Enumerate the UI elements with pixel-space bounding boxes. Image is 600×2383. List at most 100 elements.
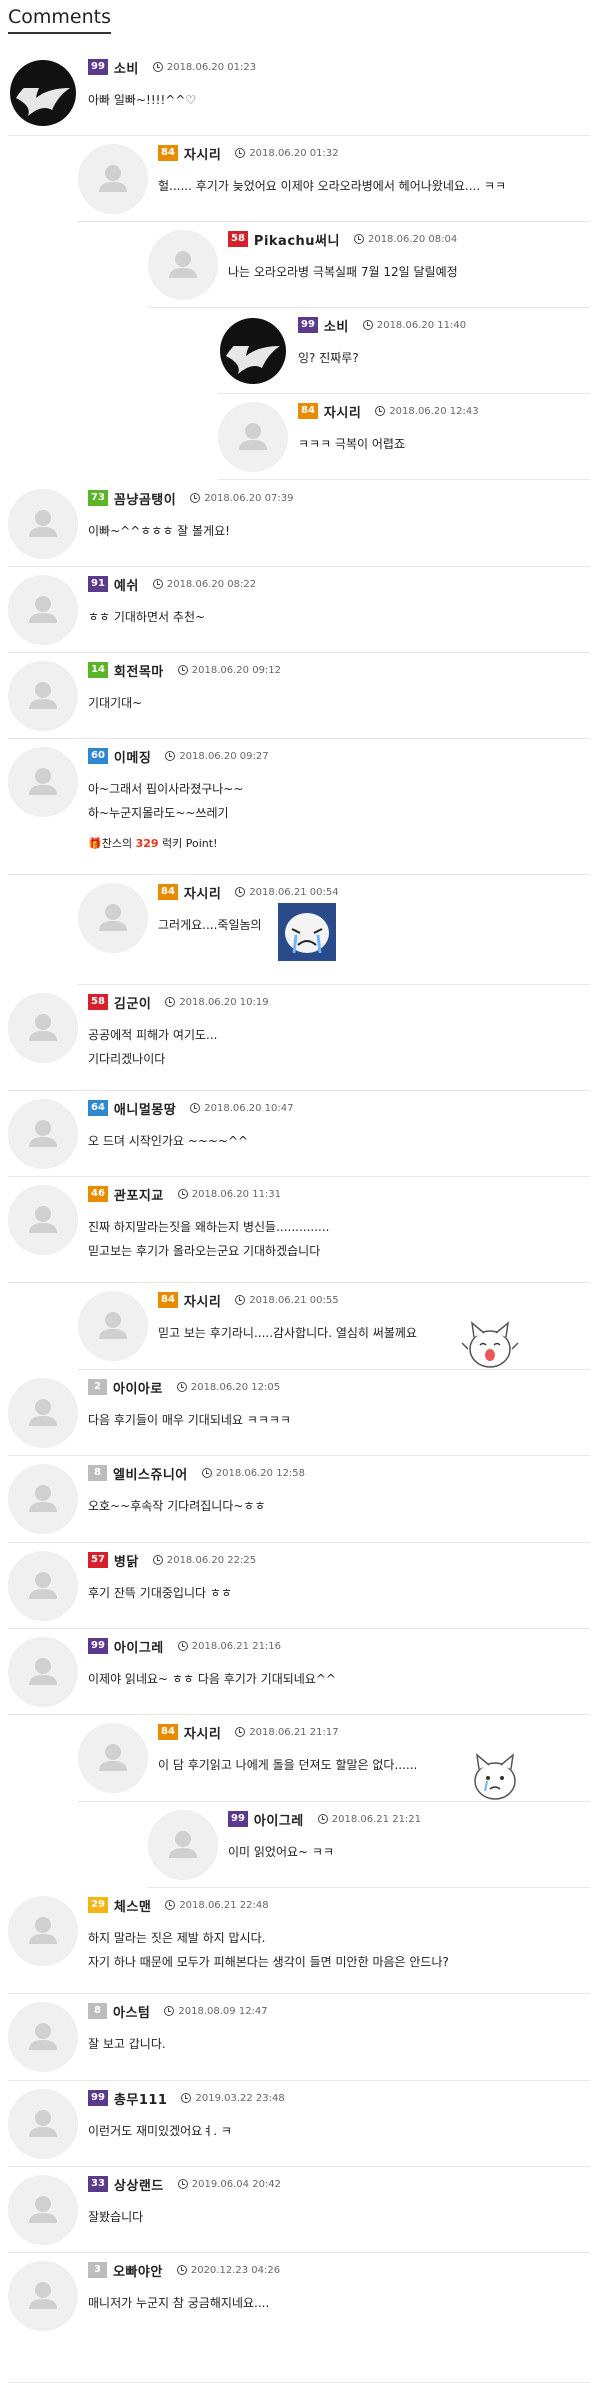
comment-body: 84 자시리 2018.06.21 00:54 그러게요....죽일놈의 [158, 883, 590, 961]
user-avatar[interactable] [8, 661, 78, 731]
level-badge: 84 [158, 1292, 178, 1308]
comment-date-text: 2018.06.20 08:04 [367, 233, 458, 245]
comment-date: 2020.12.23 04:26 [176, 2265, 280, 2276]
clock-icon [181, 2093, 192, 2103]
author-nickname[interactable]: 소비 [114, 58, 139, 77]
level-badge: 99 [88, 1638, 108, 1654]
user-avatar[interactable] [78, 144, 148, 214]
author-nickname[interactable]: 김군이 [114, 993, 151, 1012]
author-nickname[interactable]: 소비 [324, 316, 349, 335]
author-nickname[interactable]: 회전목마 [114, 661, 164, 680]
user-avatar[interactable] [8, 2089, 78, 2159]
author-nickname[interactable]: 아이그레 [114, 1637, 164, 1656]
comment-meta: 46 관포지교 2018.06.20 11:31 [88, 1185, 590, 1204]
user-avatar[interactable] [8, 1637, 78, 1707]
author-nickname[interactable]: 체스맨 [114, 1896, 151, 1915]
comment-date-text: 2018.06.21 00:54 [249, 886, 339, 898]
comment-body: 14 회전목마 2018.06.20 09:12 기대기대~ [88, 661, 590, 715]
user-avatar[interactable] [8, 1551, 78, 1621]
author-nickname[interactable]: 아이그레 [254, 1810, 304, 1829]
author-nickname[interactable]: 자시리 [324, 402, 361, 421]
user-avatar[interactable] [78, 883, 148, 953]
comment-meta: 99 아이그레 2018.06.21 21:21 [228, 1810, 590, 1829]
clock-icon [317, 1814, 328, 1824]
user-avatar[interactable] [8, 747, 78, 817]
black-swirl-avatar[interactable] [218, 316, 288, 386]
author-nickname[interactable]: 자시리 [184, 1723, 221, 1742]
user-avatar[interactable] [8, 1896, 78, 1966]
author-nickname[interactable]: 아이아로 [113, 1378, 163, 1397]
comment-date-text: 2018.06.20 12:58 [215, 1467, 306, 1479]
user-avatar[interactable] [8, 575, 78, 645]
author-nickname[interactable]: 애니멀몽땅 [114, 1099, 176, 1118]
comment-text: 잘봤습니다 [88, 2210, 144, 2224]
user-avatar[interactable] [78, 1291, 148, 1361]
author-nickname[interactable]: 자시리 [184, 144, 221, 163]
comment-date: 2018.06.20 10:47 [190, 1103, 294, 1114]
user-avatar[interactable] [8, 2175, 78, 2245]
comment-item: 64 애니멀몽땅 2018.06.20 10:47 오 드뎌 시작인가요 ~~~~^^ [8, 1091, 590, 1177]
clock-icon [177, 665, 188, 675]
user-avatar[interactable] [78, 1723, 148, 1793]
user-avatar[interactable] [8, 2261, 78, 2331]
author-nickname[interactable]: 자시리 [184, 1291, 221, 1310]
author-nickname[interactable]: 엘비스쥬니어 [113, 1464, 188, 1483]
black-swirl-avatar[interactable] [8, 58, 78, 128]
author-nickname[interactable]: 상상랜드 [114, 2175, 164, 2194]
comment-body: 57 병닭 2018.06.20 22:25 후기 잔뜩 기대중입니다 ㅎㅎ [88, 1551, 590, 1605]
author-nickname[interactable]: 오빠야안 [113, 2261, 163, 2280]
user-avatar[interactable] [8, 1464, 78, 1534]
clock-icon [176, 2265, 187, 2275]
user-avatar[interactable] [8, 1378, 78, 1448]
comment-meta: 29 체스맨 2018.06.21 22:48 [88, 1896, 590, 1915]
comment-date-text: 2018.06.20 09:12 [191, 664, 282, 676]
user-avatar[interactable] [8, 1185, 78, 1255]
author-nickname[interactable]: 총무111 [114, 2089, 168, 2108]
comment-text: 그러게요....죽일놈의 [158, 918, 262, 932]
comment-meta: 8 엘비스쥬니어 2018.06.20 12:58 [88, 1464, 590, 1483]
user-avatar[interactable] [148, 1810, 218, 1880]
comment-date: 2018.06.20 01:32 [235, 148, 339, 159]
level-badge: 84 [158, 1724, 178, 1740]
comment-date-text: 2018.06.20 12:05 [190, 1381, 281, 1393]
clock-icon [190, 493, 201, 503]
user-avatar[interactable] [8, 1099, 78, 1169]
author-nickname[interactable]: 병닭 [114, 1551, 139, 1570]
comment-date-text: 2019.06.04 20:42 [191, 2178, 282, 2190]
comment-item: 99 총무111 2019.03.22 23:48 이런거도 재미있겠어요ㅕ. ㅋ [8, 2081, 590, 2167]
author-nickname[interactable]: 자시리 [184, 883, 221, 902]
user-avatar[interactable] [8, 489, 78, 559]
clock-icon [190, 1103, 201, 1113]
clock-icon [177, 1641, 188, 1651]
user-avatar[interactable] [8, 2002, 78, 2072]
comment-body: 84 자시리 2018.06.21 00:55 믿고 보는 후기라니.....감사합니… [158, 1291, 590, 1368]
comment-date: 2018.06.20 22:25 [152, 1555, 256, 1566]
level-badge: 99 [228, 1811, 248, 1827]
author-nickname[interactable]: 꼼냥곰탱이 [114, 489, 176, 508]
clock-icon [177, 1189, 188, 1199]
user-avatar[interactable] [8, 993, 78, 1063]
comment-item: 46 관포지교 2018.06.20 11:31 진짜 하지말라는짓을 왜하는지 병신… [8, 1177, 590, 1283]
comment-meta: 33 상상랜드 2019.06.04 20:42 [88, 2175, 590, 2194]
comment-body: 58 김군이 2018.06.20 10:19 공공에적 피해가 여기도... 기다리… [88, 993, 590, 1071]
author-nickname[interactable]: Pikachu써니 [254, 230, 340, 249]
clock-icon [235, 1727, 246, 1737]
author-nickname[interactable]: 이메징 [114, 747, 151, 766]
comment-meta: 84 자시리 2018.06.20 01:32 [158, 144, 590, 163]
clock-icon [152, 579, 163, 589]
author-nickname[interactable]: 관포지교 [114, 1185, 164, 1204]
user-avatar[interactable] [218, 402, 288, 472]
comment-body: 99 아이그레 2018.06.21 21:16 이제야 읽네요~ ㅎㅎ 다음 후기가… [88, 1637, 590, 1691]
comment-body: 8 엘비스쥬니어 2018.06.20 12:58 오호~~후속작 기다려집니다~ㅎㅎ [88, 1464, 590, 1518]
comment-item: 73 꼼냥곰탱이 2018.06.20 07:39 이빠~^^ㅎㅎㅎ 잘 볼게요! [8, 481, 590, 567]
author-nickname[interactable]: 아스텀 [113, 2002, 150, 2021]
level-badge: 99 [88, 2090, 108, 2106]
clock-icon [176, 1382, 187, 1392]
comment-date: 2018.06.21 22:48 [165, 1900, 269, 1911]
comment-meta: 99 아이그레 2018.06.21 21:16 [88, 1637, 590, 1656]
author-nickname[interactable]: 예쉬 [114, 575, 139, 594]
comment-date-text: 2018.06.20 10:19 [179, 996, 269, 1008]
user-avatar[interactable] [148, 230, 218, 300]
comment-text: 나는 오라오라병 극복실패 7월 12일 달릴예정 [228, 265, 458, 279]
comment-date: 2018.08.09 12:47 [164, 2006, 268, 2017]
